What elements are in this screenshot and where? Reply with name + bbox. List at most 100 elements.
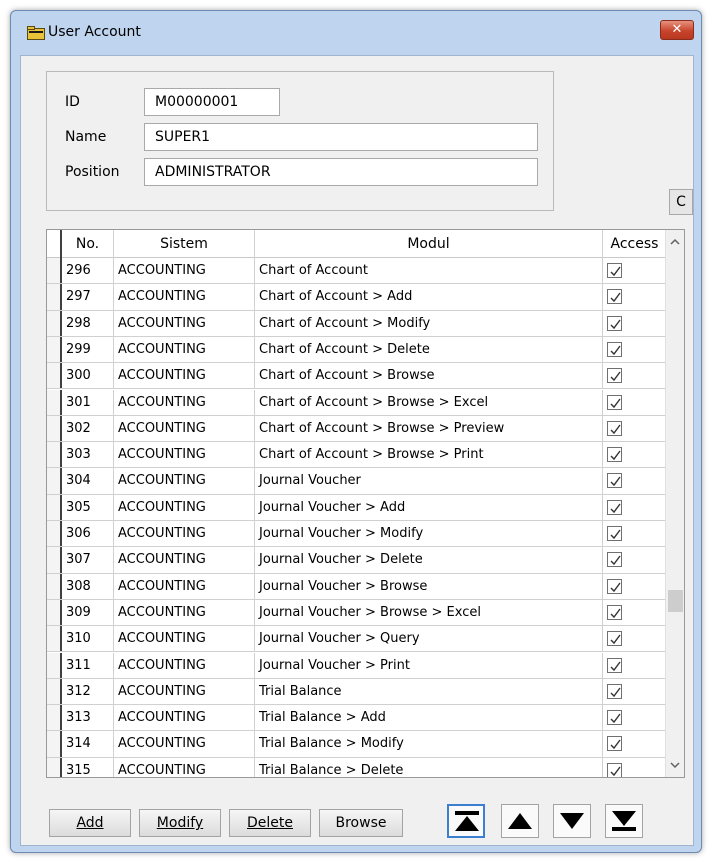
table-row[interactable]: 311 ACCOUNTING Journal Voucher > Print [47, 652, 667, 679]
checkmark-icon [610, 266, 621, 277]
id-field[interactable]: M00000001 [144, 88, 280, 116]
row-indicator[interactable] [47, 442, 62, 468]
table-row[interactable]: 307 ACCOUNTING Journal Voucher > Delete [47, 547, 667, 574]
cell-no: 308 [62, 573, 114, 599]
title-bar[interactable]: User Account ✕ [11, 11, 701, 55]
row-indicator[interactable] [47, 336, 62, 363]
next-record-button[interactable] [553, 804, 591, 838]
delete-button[interactable]: Delete [229, 809, 311, 837]
position-field[interactable]: ADMINISTRATOR [144, 158, 538, 186]
access-checkbox[interactable] [607, 604, 622, 620]
table-row[interactable]: 314 ACCOUNTING Trial Balance > Modify [47, 731, 667, 758]
access-checkbox[interactable] [607, 499, 622, 515]
cell-sistem: ACCOUNTING [114, 442, 255, 468]
browse-button[interactable]: Browse [319, 809, 403, 837]
row-indicator[interactable] [47, 284, 62, 310]
scroll-up-icon[interactable] [666, 234, 684, 252]
access-checkbox[interactable] [607, 289, 622, 305]
checkmark-icon [610, 503, 621, 513]
access-checkbox[interactable] [607, 315, 622, 331]
row-indicator[interactable] [47, 599, 62, 626]
column-header-access[interactable]: Access [603, 230, 667, 258]
name-field[interactable]: SUPER1 [144, 123, 538, 151]
cell-no: 306 [62, 521, 114, 547]
row-indicator[interactable] [47, 415, 62, 442]
table-row[interactable]: 296 ACCOUNTING Chart of Account [47, 258, 667, 285]
table-row[interactable]: 298 ACCOUNTING Chart of Account > Modify [47, 310, 667, 337]
checkmark-icon [610, 555, 621, 566]
access-checkbox[interactable] [607, 420, 622, 436]
column-header-no[interactable]: No. [62, 230, 114, 258]
table-row[interactable]: 312 ACCOUNTING Trial Balance [47, 678, 667, 706]
access-checkbox[interactable] [607, 683, 622, 699]
cell-no: 307 [62, 547, 114, 573]
previous-record-button[interactable] [501, 804, 539, 838]
table-row[interactable]: 303 ACCOUNTING Chart of Account > Browse >… [47, 442, 667, 469]
access-checkbox[interactable] [607, 631, 622, 647]
last-record-button[interactable] [605, 804, 643, 838]
access-checkbox[interactable] [607, 762, 622, 777]
row-indicator[interactable] [47, 547, 62, 573]
table-row[interactable]: 308 ACCOUNTING Journal Voucher > Browse [47, 573, 667, 600]
access-checkbox[interactable] [607, 473, 622, 489]
row-indicator[interactable] [47, 521, 62, 547]
row-indicator[interactable] [47, 310, 62, 336]
table-row[interactable]: 310 ACCOUNTING Journal Voucher > Query [47, 626, 667, 653]
table-row[interactable]: 305 ACCOUNTING Journal Voucher > Add [47, 494, 667, 521]
vertical-scrollbar[interactable] [665, 230, 684, 777]
access-checkbox[interactable] [607, 526, 622, 541]
table-row[interactable]: 309 ACCOUNTING Journal Voucher > Browse > … [47, 599, 667, 627]
cell-modul: Journal Voucher > Add [255, 494, 603, 520]
access-checkbox[interactable] [607, 710, 622, 726]
column-header-modul[interactable]: Modul [255, 230, 603, 258]
scroll-down-icon[interactable] [666, 757, 684, 775]
row-indicator[interactable] [47, 389, 62, 415]
table-row[interactable]: 301 ACCOUNTING Chart of Account > Browse >… [47, 389, 667, 416]
modify-button[interactable]: Modify [139, 809, 221, 837]
table-row[interactable]: 302 ACCOUNTING Chart of Account > Browse >… [47, 415, 667, 443]
row-indicator[interactable] [47, 494, 62, 520]
access-checkbox[interactable] [607, 263, 622, 278]
table-row[interactable]: 300 ACCOUNTING Chart of Account > Browse [47, 363, 667, 390]
browse-button-label: Browse [335, 815, 387, 831]
previous-record-icon [508, 813, 532, 829]
cell-modul: Chart of Account > Delete [255, 336, 603, 363]
access-grid[interactable]: No. Sistem Modul Access 296 ACCOUNTING Cha… [46, 229, 685, 778]
column-header-sistem[interactable]: Sistem [114, 230, 255, 258]
cell-modul: Journal Voucher > Delete [255, 547, 603, 573]
row-indicator[interactable] [47, 652, 62, 678]
access-checkbox[interactable] [607, 552, 622, 568]
first-record-button[interactable] [447, 804, 485, 838]
row-indicator[interactable] [47, 731, 62, 757]
table-row[interactable]: 306 ACCOUNTING Journal Voucher > Modify [47, 521, 667, 548]
row-indicator[interactable] [47, 468, 62, 494]
row-indicator[interactable] [47, 258, 62, 284]
cell-modul: Chart of Account > Browse > Excel [255, 389, 603, 415]
row-indicator[interactable] [47, 363, 62, 389]
row-indicator[interactable] [47, 705, 62, 731]
access-checkbox[interactable] [607, 736, 622, 752]
access-checkbox[interactable] [607, 368, 622, 384]
table-row[interactable]: 299 ACCOUNTING Chart of Account > Delete [47, 336, 667, 364]
access-checkbox[interactable] [607, 447, 622, 463]
row-indicator[interactable] [47, 573, 62, 599]
scroll-thumb[interactable] [668, 590, 683, 612]
access-checkbox[interactable] [607, 341, 622, 357]
cell-modul: Chart of Account > Add [255, 284, 603, 310]
table-row[interactable]: 315 ACCOUNTING Trial Balance > Delete [47, 757, 667, 777]
add-button[interactable]: Add [49, 809, 131, 837]
table-row[interactable]: 313 ACCOUNTING Trial Balance > Add [47, 705, 667, 732]
cell-no: 315 [62, 757, 114, 777]
access-checkbox[interactable] [607, 578, 622, 594]
row-indicator[interactable] [47, 678, 62, 705]
c-button[interactable]: C [669, 189, 693, 215]
table-row[interactable]: 297 ACCOUNTING Chart of Account > Add [47, 284, 667, 311]
close-button[interactable]: ✕ [660, 20, 694, 40]
cell-no: 304 [62, 468, 114, 494]
folder-icon [27, 26, 45, 40]
row-indicator[interactable] [47, 626, 62, 652]
access-checkbox[interactable] [607, 657, 622, 673]
table-row[interactable]: 304 ACCOUNTING Journal Voucher [47, 468, 667, 495]
row-indicator[interactable] [47, 757, 62, 777]
access-checkbox[interactable] [607, 394, 622, 410]
